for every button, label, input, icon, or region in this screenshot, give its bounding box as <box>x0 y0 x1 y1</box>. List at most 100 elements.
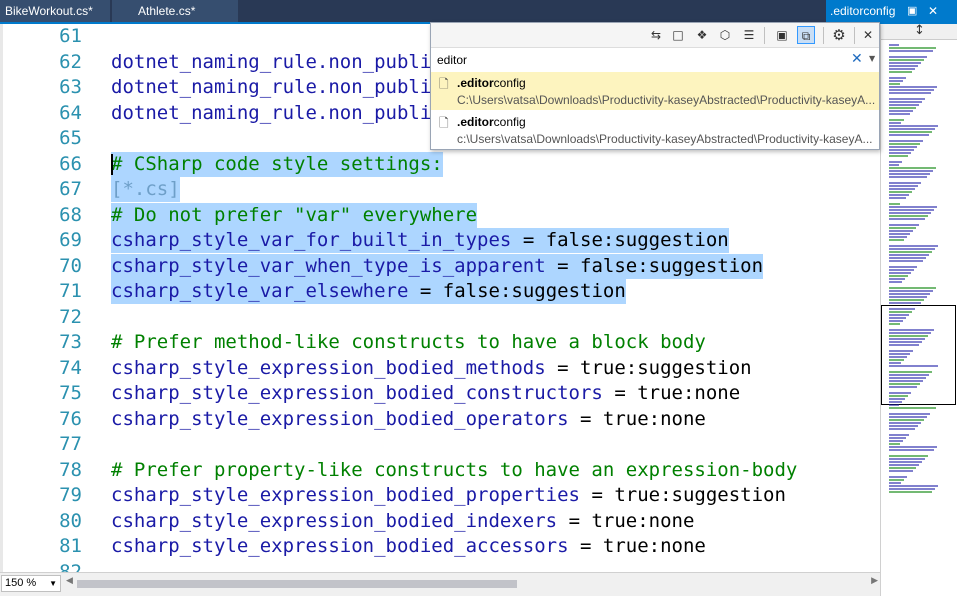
clear-search-icon[interactable]: ✕ <box>851 51 863 67</box>
code-line[interactable]: 69 csharp_style_var_for_built_in_types = … <box>0 228 880 253</box>
minimap-line <box>889 251 932 253</box>
minimap-line <box>889 185 918 187</box>
assignment-operator: = <box>557 509 592 532</box>
assignment-operator: = <box>408 280 443 302</box>
minimap-scrollbar[interactable]: ↕ <box>880 24 957 596</box>
minimap-line <box>889 260 923 262</box>
setting-key: csharp_style_var_for_built_in_types <box>111 229 512 251</box>
zoom-dropdown[interactable]: 150 % ▼ <box>1 575 61 592</box>
setting-key: csharp_style_expression_bodied_construct… <box>111 382 603 404</box>
minimap-line <box>889 239 904 241</box>
minimap-line <box>889 56 927 58</box>
minimap-line <box>889 161 902 163</box>
search-result-item[interactable]: 🗋 .editorconfig C:\Users\vatsa\Downloads… <box>431 72 879 110</box>
code-line[interactable]: 80 csharp_style_expression_bodied_indexer… <box>0 509 880 534</box>
setting-key: csharp_style_var_when_type_is_apparent <box>111 254 546 277</box>
minimap-line <box>889 68 915 70</box>
file-icon: 🗋 <box>439 77 449 91</box>
close-icon[interactable]: ✕ <box>859 26 877 44</box>
chevron-down-icon[interactable]: ▼ <box>869 54 875 63</box>
search-result-item[interactable]: 🗋 .editorconfig c:\Users\vatsa\Downloads… <box>431 111 879 149</box>
line-number: 81 <box>59 535 82 557</box>
scroll-right-icon[interactable]: ▶ <box>871 576 878 586</box>
minimap-line <box>889 203 900 205</box>
minimap-line <box>889 140 923 142</box>
code-line[interactable]: 74 csharp_style_expression_bodied_methods… <box>0 356 880 381</box>
close-icon[interactable]: ✕ <box>928 0 938 22</box>
tab-bikeworkout[interactable]: BikeWorkout.cs* <box>0 0 110 22</box>
minimap-line <box>889 80 903 82</box>
line-text: # Prefer property-like constructs to hav… <box>111 458 798 481</box>
scroll-left-icon[interactable]: ◀ <box>66 576 73 586</box>
code-line[interactable]: 82 <box>0 560 880 573</box>
code-line[interactable]: 68 # Do not prefer "var" everywhere <box>0 202 880 228</box>
code-line[interactable]: 70 csharp_style_var_when_type_is_apparent… <box>0 253 880 279</box>
minimap-line <box>889 425 918 427</box>
minimap-line <box>889 356 907 358</box>
minimap-line <box>889 143 920 145</box>
minimap-line <box>889 413 930 415</box>
class-view-icon[interactable]: ❖ <box>693 26 711 44</box>
minimap-line <box>889 269 914 271</box>
code-line[interactable]: 66 # CSharp code style settings: <box>0 151 880 177</box>
setting-value: true:none <box>602 535 706 557</box>
line-number: 62 <box>59 50 82 73</box>
result-path: c:\Users\vatsa\Downloads\Productivity-ka… <box>457 132 873 146</box>
minimap-line <box>889 362 901 364</box>
minimap-line <box>889 170 933 172</box>
collapse-all-icon[interactable]: ▣ <box>773 26 791 44</box>
properties-icon[interactable]: ☰ <box>740 26 758 44</box>
component-icon[interactable]: ⬡ <box>716 26 734 44</box>
minimap-line <box>889 416 927 418</box>
line-text: dotnet_naming_rule.non_public_ <box>111 101 455 124</box>
line-text: # Do not prefer "var" everywhere <box>111 202 478 228</box>
minimap-line <box>889 218 925 220</box>
minimap-line <box>889 197 906 199</box>
minimap-line <box>889 86 937 88</box>
code-line[interactable]: 76 csharp_style_expression_bodied_operato… <box>0 407 880 432</box>
minimap-line <box>889 491 932 493</box>
line-number: 73 <box>59 331 82 353</box>
code-line[interactable]: 75 csharp_style_expression_bodied_constru… <box>0 381 880 406</box>
code-line[interactable]: 72 <box>0 305 880 330</box>
code-line[interactable]: 73 # Prefer method-like constructs to hav… <box>0 330 880 355</box>
preview-icon[interactable]: ⧉ <box>797 26 815 44</box>
minimap-line <box>889 344 919 346</box>
code-line[interactable]: 67 [*.cs] <box>0 177 880 202</box>
minimap-line <box>889 104 919 106</box>
code-line[interactable]: 78 # Prefer property-like constructs to h… <box>0 458 880 483</box>
code-line[interactable]: 77 <box>0 432 880 457</box>
line-number: 74 <box>59 356 82 379</box>
code-line[interactable]: 81 csharp_style_expression_bodied_accesso… <box>0 534 880 559</box>
code-line[interactable]: 79 csharp_style_expression_bodied_propert… <box>0 483 880 508</box>
minimap-line <box>889 317 906 319</box>
minimap-line <box>889 278 905 280</box>
result-name: .editorconfig <box>457 115 526 129</box>
scrollbar-thumb[interactable] <box>77 580 517 588</box>
settings-icon[interactable]: ⚙ <box>830 26 848 44</box>
minimap-line <box>889 353 910 355</box>
minimap-line <box>889 281 902 283</box>
minimap-line <box>889 371 932 373</box>
minimap-line <box>889 311 912 313</box>
minimap-line <box>889 434 909 436</box>
split-window-icon[interactable]: ↕ <box>881 24 957 40</box>
minimap-line <box>889 164 899 166</box>
line-text: [*.cs] <box>111 177 180 202</box>
tab-athlete[interactable]: Athlete.cs* <box>112 0 238 22</box>
sync-with-editor-icon[interactable]: ⇆ <box>647 26 665 44</box>
assignment-operator: = <box>545 356 581 379</box>
minimap-line <box>889 215 928 217</box>
new-file-icon[interactable]: □ <box>669 26 687 44</box>
code-line[interactable]: 71 csharp_style_var_elsewhere = false:sug… <box>0 279 880 304</box>
pin-icon[interactable]: ▣ <box>907 0 917 22</box>
minimap-line <box>889 275 908 277</box>
search-input[interactable] <box>437 52 837 68</box>
line-number: 76 <box>59 407 82 430</box>
zoom-value: 150 % <box>5 577 37 589</box>
horizontal-scrollbar[interactable]: ◀ ▶ <box>64 576 880 592</box>
minimap-line <box>889 392 911 394</box>
minimap-line <box>889 314 909 316</box>
tab-editorconfig[interactable]: .editorconfig ▣ ✕ <box>826 0 957 22</box>
minimap-line <box>889 62 921 64</box>
